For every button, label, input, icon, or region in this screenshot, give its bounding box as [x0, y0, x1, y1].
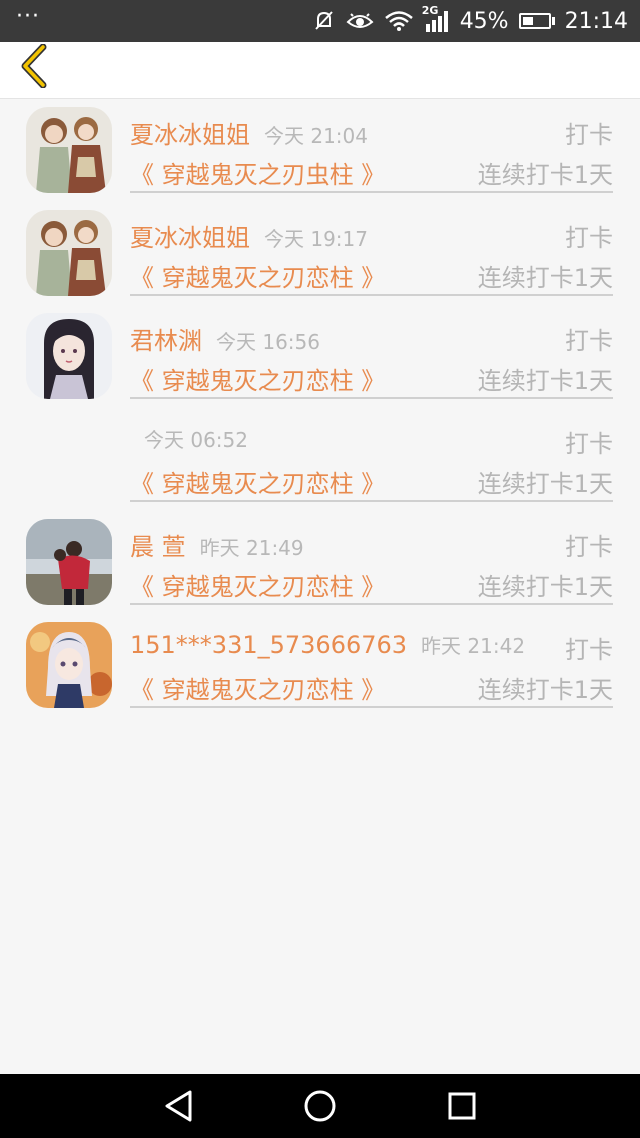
book-title[interactable]: 《 穿越鬼灭之刃虫柱 》	[130, 155, 385, 190]
avatar[interactable]	[26, 416, 112, 502]
streak-text: 连续打卡1天	[477, 470, 613, 498]
checkin-time: 今天 21:04	[264, 124, 368, 148]
book-title[interactable]: 《 穿越鬼灭之刃恋柱 》	[130, 258, 385, 293]
status-bar: ··· 2G 45% 21:14	[0, 0, 640, 42]
nav-back-button[interactable]	[158, 1088, 198, 1128]
streak-text: 连续打卡1天	[477, 161, 613, 189]
book-title[interactable]: 《 穿越鬼灭之刃恋柱 》	[130, 464, 385, 499]
checkin-time: 今天 16:56	[216, 330, 320, 354]
checkin-label: 打卡	[565, 224, 613, 252]
book-title[interactable]: 《 穿越鬼灭之刃恋柱 》	[130, 567, 385, 602]
system-nav-bar	[0, 1074, 640, 1138]
avatar[interactable]	[26, 313, 112, 399]
entry-content: 今天 06:52 打卡 《 穿越鬼灭之刃恋柱 》 连续打卡1天	[130, 408, 613, 502]
avatar[interactable]	[26, 210, 112, 296]
list-item[interactable]: 君林渊 今天 16:56 打卡 《 穿越鬼灭之刃恋柱 》 连续打卡1天	[0, 305, 640, 408]
home-circle-icon	[303, 1089, 337, 1127]
checkin-time: 今天 19:17	[264, 227, 368, 251]
battery-percent: 45%	[459, 8, 509, 34]
checkin-time: 今天 06:52	[144, 428, 248, 452]
entry-content: 夏冰冰姐姐 今天 21:04 打卡 《 穿越鬼灭之刃虫柱 》 连续打卡1天	[130, 99, 613, 193]
nav-home-button[interactable]	[300, 1088, 340, 1128]
status-time: 21:14	[564, 8, 628, 34]
entry-content: 君林渊 今天 16:56 打卡 《 穿越鬼灭之刃恋柱 》 连续打卡1天	[130, 305, 613, 399]
wifi-icon	[384, 10, 414, 32]
book-title[interactable]: 《 穿越鬼灭之刃恋柱 》	[130, 670, 385, 705]
recents-square-icon	[447, 1091, 477, 1125]
battery-icon	[518, 13, 555, 29]
checkin-label: 打卡	[565, 636, 613, 664]
mute-icon	[312, 9, 336, 33]
list-item[interactable]: 夏冰冰姐姐 今天 19:17 打卡 《 穿越鬼灭之刃恋柱 》 连续打卡1天	[0, 202, 640, 305]
streak-text: 连续打卡1天	[477, 676, 613, 704]
entry-content: 夏冰冰姐姐 今天 19:17 打卡 《 穿越鬼灭之刃恋柱 》 连续打卡1天	[130, 202, 613, 296]
network-label: 2G	[421, 4, 439, 17]
avatar[interactable]	[26, 519, 112, 605]
avatar[interactable]	[26, 622, 112, 708]
streak-text: 连续打卡1天	[477, 264, 613, 292]
checkin-label: 打卡	[565, 430, 613, 458]
book-title[interactable]: 《 穿越鬼灭之刃恋柱 》	[130, 361, 385, 396]
checkin-time: 昨天 21:42	[421, 634, 526, 658]
checkin-time: 昨天 21:49	[199, 536, 304, 560]
list-item[interactable]: 晨 萱昨天 21:49 打卡 《 穿越鬼灭之刃恋柱 》 连续打卡1天	[0, 511, 640, 614]
menu-dots: ···	[16, 4, 40, 29]
back-button[interactable]	[14, 43, 54, 92]
avatar[interactable]	[26, 107, 112, 193]
entry-content: 晨 萱昨天 21:49 打卡 《 穿越鬼灭之刃恋柱 》 连续打卡1天	[130, 511, 613, 605]
checkin-label: 打卡	[565, 327, 613, 355]
checkin-label: 打卡	[565, 533, 613, 561]
user-name[interactable]: 晨 萱	[130, 533, 186, 561]
back-triangle-icon	[162, 1089, 194, 1127]
list-item[interactable]: 夏冰冰姐姐 今天 21:04 打卡 《 穿越鬼灭之刃虫柱 》 连续打卡1天	[0, 99, 640, 202]
status-icons: 2G 45% 21:14	[312, 4, 628, 34]
list-item[interactable]: 今天 06:52 打卡 《 穿越鬼灭之刃恋柱 》 连续打卡1天	[0, 408, 640, 511]
list-item[interactable]: 151***331_573666763 昨天 21:42 打卡 《 穿越鬼灭之刃恋…	[0, 614, 640, 717]
user-name[interactable]: 夏冰冰姐姐	[130, 121, 250, 149]
user-name[interactable]: 151***331_573666763	[130, 631, 407, 659]
checkin-label: 打卡	[565, 121, 613, 149]
chevron-left-icon	[19, 43, 49, 92]
entry-content: 151***331_573666763 昨天 21:42 打卡 《 穿越鬼灭之刃恋…	[130, 614, 613, 708]
eye-comfort-icon	[346, 10, 374, 32]
checkin-list: 夏冰冰姐姐 今天 21:04 打卡 《 穿越鬼灭之刃虫柱 》 连续打卡1天 夏冰冰…	[0, 99, 640, 717]
signal-icon: 2G	[422, 4, 450, 32]
nav-recents-button[interactable]	[442, 1088, 482, 1128]
user-name[interactable]: 夏冰冰姐姐	[130, 224, 250, 252]
streak-text: 连续打卡1天	[477, 573, 613, 601]
header-bar	[0, 42, 640, 99]
user-name[interactable]: 君林渊	[130, 327, 202, 355]
streak-text: 连续打卡1天	[477, 367, 613, 395]
